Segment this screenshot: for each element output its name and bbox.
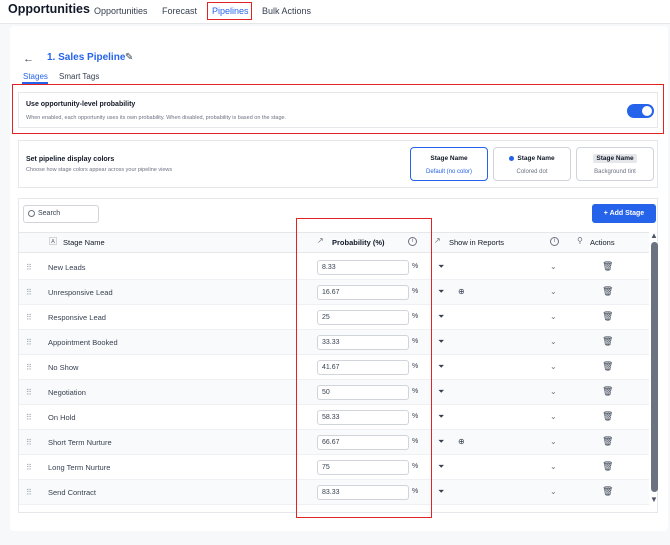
probability-column-highlight — [296, 218, 432, 518]
display-colors-title: Set pipeline display colors — [26, 156, 115, 163]
stage-name: On Hold — [48, 413, 76, 422]
info-icon[interactable]: i — [550, 237, 559, 246]
pipelines-tab-highlight — [207, 2, 252, 20]
trash-icon[interactable]: 🗑 — [602, 436, 613, 447]
trash-icon[interactable]: 🗑 — [602, 311, 613, 322]
dot-icon — [509, 155, 515, 161]
stage-name: Send Contract — [48, 488, 96, 497]
probability-setting-highlight — [12, 84, 664, 134]
stage-name: Appointment Booked — [48, 338, 118, 347]
stage-name: Long Term Nurture — [48, 463, 111, 472]
globe-icon[interactable]: ⊕ — [458, 437, 465, 446]
drag-handle-icon[interactable]: ⠿ — [26, 438, 32, 447]
trash-icon[interactable]: 🗑 — [602, 461, 613, 472]
scroll-up-icon[interactable]: ▲ — [650, 231, 658, 240]
drag-handle-icon[interactable]: ⠿ — [26, 263, 32, 272]
color-option-desc: Default (no color) — [425, 169, 473, 175]
filter-icon[interactable]: ⏷ — [438, 437, 444, 447]
color-option-name: Stage Name — [593, 154, 637, 163]
stage-name: New Leads — [48, 263, 86, 272]
globe-icon[interactable]: ⊕ — [458, 287, 465, 296]
trash-icon[interactable]: 🗑 — [602, 361, 613, 372]
search-placeholder: Search — [38, 210, 61, 217]
search-icon — [28, 210, 35, 217]
back-arrow-icon[interactable]: ← — [23, 53, 34, 65]
display-colors-description: Choose how stage colors appear across yo… — [26, 167, 173, 173]
filter-icon[interactable]: ⏷ — [438, 287, 444, 297]
drag-handle-icon[interactable]: ⠿ — [26, 463, 32, 472]
chevron-down-icon[interactable]: ⌄ — [550, 437, 557, 446]
chevron-down-icon[interactable]: ⌄ — [550, 487, 557, 496]
color-option-dot[interactable]: Stage Name Colored dot — [493, 147, 571, 181]
color-option-desc: Colored dot — [516, 169, 548, 175]
pencil-icon[interactable]: ✎ — [125, 52, 133, 63]
column-stage-name[interactable]: Stage Name — [63, 238, 105, 247]
trash-icon[interactable]: 🗑 — [602, 261, 613, 272]
add-stage-button[interactable]: + Add Stage — [592, 204, 656, 223]
stage-name: Unresponsive Lead — [48, 288, 113, 297]
filter-icon[interactable]: ⏷ — [438, 412, 444, 422]
search-input[interactable]: Search — [23, 205, 99, 223]
chevron-down-icon[interactable]: ⌄ — [550, 387, 557, 396]
stage-name: Negotiation — [48, 388, 86, 397]
stage-name: No Show — [48, 363, 79, 372]
chevron-down-icon[interactable]: ⌄ — [550, 362, 557, 371]
chevron-down-icon[interactable]: ⌄ — [550, 337, 557, 346]
search-icon: ⚲ — [577, 236, 583, 245]
subtab-stages[interactable]: Stages — [23, 72, 48, 81]
tab-opportunities[interactable]: Opportunities — [94, 6, 148, 16]
drag-handle-icon[interactable]: ⠿ — [26, 338, 32, 347]
color-option-name: Stage Name — [517, 155, 555, 162]
drag-handle-icon[interactable]: ⠿ — [26, 413, 32, 422]
chevron-down-icon[interactable]: ⌄ — [550, 462, 557, 471]
trash-icon[interactable]: 🗑 — [602, 411, 613, 422]
trash-icon[interactable]: 🗑 — [602, 486, 613, 497]
plus-icon: + — [603, 210, 608, 217]
filter-icon[interactable]: ⏷ — [438, 262, 444, 272]
column-actions: Actions — [590, 238, 615, 247]
trend-icon: ↗ — [434, 236, 441, 245]
drag-handle-icon[interactable]: ⠿ — [26, 288, 32, 297]
page-title: 1. Sales Pipeline — [47, 52, 126, 63]
trash-icon[interactable]: 🗑 — [602, 286, 613, 297]
filter-icon[interactable]: ⏷ — [438, 312, 444, 322]
stage-name: Short Term Nurture — [48, 438, 112, 447]
chevron-down-icon[interactable]: ⌄ — [550, 287, 557, 296]
chevron-down-icon[interactable]: ⌄ — [550, 312, 557, 321]
trash-icon[interactable]: 🗑 — [602, 386, 613, 397]
drag-handle-icon[interactable]: ⠿ — [26, 488, 32, 497]
drag-handle-icon[interactable]: ⠿ — [26, 388, 32, 397]
color-option-default[interactable]: Stage Name Default (no color) — [410, 147, 488, 181]
drag-handle-icon[interactable]: ⠿ — [26, 313, 32, 322]
drag-handle-icon[interactable]: ⠿ — [26, 363, 32, 372]
color-option-desc: Background tint — [594, 169, 636, 175]
color-option-tint[interactable]: Stage Name Background tint — [576, 147, 654, 181]
chevron-down-icon[interactable]: ⌄ — [550, 412, 557, 421]
trash-icon[interactable]: 🗑 — [602, 336, 613, 347]
app-brand: Opportunities — [8, 2, 90, 16]
scrollbar[interactable] — [651, 242, 658, 492]
scroll-down-icon[interactable]: ▼ — [650, 495, 658, 504]
add-stage-label: Add Stage — [609, 210, 645, 217]
tab-bulk-actions[interactable]: Bulk Actions — [262, 6, 311, 16]
filter-icon[interactable]: ⏷ — [438, 487, 444, 497]
filter-icon[interactable]: ⏷ — [438, 362, 444, 372]
subtab-smart-tags[interactable]: Smart Tags — [59, 72, 99, 81]
color-option-name: Stage Name — [430, 155, 468, 162]
column-show-in-reports[interactable]: Show in Reports — [449, 238, 504, 247]
text-icon: 🄰 — [49, 237, 57, 246]
tab-forecast[interactable]: Forecast — [162, 6, 197, 16]
filter-icon[interactable]: ⏷ — [438, 337, 444, 347]
stage-name: Responsive Lead — [48, 313, 106, 322]
filter-icon[interactable]: ⏷ — [438, 462, 444, 472]
chevron-down-icon[interactable]: ⌄ — [550, 262, 557, 271]
filter-icon[interactable]: ⏷ — [438, 387, 444, 397]
